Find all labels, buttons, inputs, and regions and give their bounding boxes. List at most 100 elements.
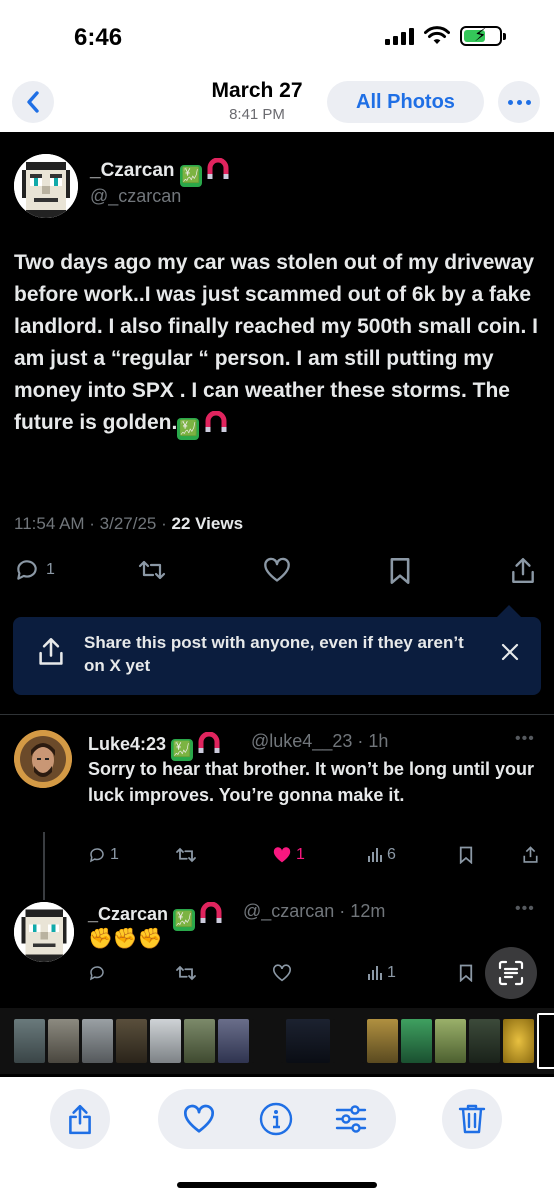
post-author-name[interactable]: _Czarcan 💹 bbox=[90, 158, 229, 187]
like-count: 1 bbox=[296, 846, 305, 863]
live-text-button[interactable] bbox=[485, 947, 537, 999]
actions-group bbox=[158, 1089, 396, 1149]
reply-icon bbox=[89, 966, 104, 981]
photo-thumbnail[interactable] bbox=[150, 1019, 181, 1063]
photo-thumbnail[interactable] bbox=[14, 1019, 45, 1063]
avatar bbox=[14, 902, 74, 962]
wifi-icon bbox=[424, 26, 450, 44]
edit-button[interactable] bbox=[334, 1103, 368, 1140]
author-name-text: _Czarcan bbox=[88, 904, 169, 924]
delete-button[interactable] bbox=[442, 1089, 502, 1149]
share-icon bbox=[512, 557, 534, 583]
repost-button[interactable] bbox=[175, 964, 197, 982]
info-icon bbox=[259, 1102, 293, 1136]
photo-thumbnail[interactable] bbox=[435, 1019, 466, 1063]
share-icon bbox=[69, 1104, 91, 1135]
cellular-signal-icon bbox=[385, 27, 414, 45]
repost-button[interactable] bbox=[175, 846, 197, 864]
current-photo-thumbnail[interactable] bbox=[537, 1013, 554, 1069]
more-options-button[interactable] bbox=[498, 81, 540, 123]
battery-icon: ⚡ bbox=[460, 25, 506, 46]
post-timestamp: 11:54 AM · 3/27/25 · bbox=[14, 514, 172, 533]
reply-actions: 1 bbox=[88, 964, 538, 986]
like-button[interactable] bbox=[263, 557, 291, 583]
reply-icon bbox=[89, 848, 104, 863]
magnet-emoji-icon bbox=[207, 158, 229, 179]
bookmark-icon bbox=[459, 964, 473, 982]
home-indicator bbox=[177, 1182, 377, 1188]
close-icon[interactable] bbox=[501, 643, 519, 661]
reply-text: ✊✊✊ bbox=[88, 928, 163, 950]
photo-thumbnail[interactable] bbox=[218, 1019, 249, 1063]
reply-button[interactable]: 1 bbox=[88, 846, 119, 864]
post-metadata: 11:54 AM · 3/27/25 · 22 Views bbox=[14, 514, 243, 534]
like-button[interactable]: 1 bbox=[272, 846, 305, 864]
photo-thumbnail[interactable] bbox=[48, 1019, 79, 1063]
bookmark-button[interactable] bbox=[388, 557, 412, 585]
repost-icon bbox=[138, 560, 166, 580]
analytics-icon bbox=[368, 966, 382, 980]
divider bbox=[0, 714, 554, 715]
reply-button[interactable] bbox=[88, 964, 106, 982]
share-icon bbox=[523, 846, 538, 863]
bookmark-button[interactable] bbox=[458, 846, 474, 864]
share-button[interactable] bbox=[510, 557, 536, 585]
photo-thumbnail[interactable] bbox=[469, 1019, 500, 1063]
reply-button[interactable]: 1 bbox=[14, 557, 55, 583]
photo-thumbnail[interactable] bbox=[367, 1019, 398, 1063]
avatar bbox=[14, 154, 78, 218]
reply-count: 1 bbox=[110, 846, 119, 863]
info-button[interactable] bbox=[259, 1102, 293, 1141]
adjustments-icon bbox=[335, 1105, 367, 1133]
photo-thumbnail[interactable] bbox=[503, 1019, 534, 1063]
photo-thumbnail[interactable] bbox=[184, 1019, 215, 1063]
reply-icon bbox=[17, 560, 37, 580]
share-button[interactable] bbox=[50, 1089, 110, 1149]
more-options-icon[interactable]: ••• bbox=[515, 900, 535, 918]
reply-author-handle[interactable]: @luke4__23 · 1h bbox=[251, 731, 388, 752]
reply-author-handle[interactable]: @_czarcan · 12m bbox=[243, 901, 385, 922]
bookmark-icon bbox=[390, 558, 410, 584]
author-name-text: Luke4:23 bbox=[88, 734, 167, 754]
photo-thumbnail[interactable] bbox=[286, 1019, 330, 1063]
photo-thumbnail[interactable] bbox=[252, 1019, 283, 1063]
post-author-handle[interactable]: @_czarcan bbox=[90, 186, 181, 207]
bookmark-icon bbox=[459, 846, 473, 864]
magnet-emoji-icon bbox=[200, 902, 222, 923]
more-options-icon[interactable]: ••• bbox=[515, 730, 535, 748]
share-button[interactable] bbox=[522, 846, 539, 864]
trash-icon bbox=[458, 1104, 486, 1134]
repost-button[interactable] bbox=[138, 557, 166, 583]
heart-icon bbox=[264, 557, 290, 582]
view-count: 22 bbox=[171, 514, 191, 533]
views-button[interactable]: 1 bbox=[367, 964, 396, 982]
photo-content: _Czarcan 💹 @_czarcan Two days ago my car… bbox=[0, 132, 554, 1077]
repost-icon bbox=[176, 965, 196, 981]
reply-count: 1 bbox=[46, 561, 55, 578]
share-prompt-card[interactable]: Share this post with anyone, even if the… bbox=[13, 605, 541, 695]
photo-thumbnail[interactable] bbox=[82, 1019, 113, 1063]
photo-thumbnail[interactable] bbox=[401, 1019, 432, 1063]
repost-icon bbox=[176, 847, 196, 863]
thread-connector bbox=[43, 832, 45, 900]
status-time: 6:46 bbox=[74, 24, 123, 51]
photos-nav-bar: March 27 8:41 PM All Photos bbox=[0, 70, 554, 132]
heart-filled-icon bbox=[273, 847, 291, 863]
author-name-text: _Czarcan bbox=[90, 160, 175, 181]
post-text-body: Two days ago my car was stolen out of my… bbox=[14, 251, 539, 434]
photo-thumbnail[interactable] bbox=[116, 1019, 147, 1063]
views-button[interactable]: 6 bbox=[367, 846, 396, 864]
views-count: 1 bbox=[387, 964, 396, 981]
heart-icon bbox=[183, 1104, 214, 1133]
like-button[interactable] bbox=[272, 964, 292, 982]
all-photos-button[interactable]: All Photos bbox=[327, 81, 484, 123]
bookmark-button[interactable] bbox=[458, 964, 474, 982]
favorite-button[interactable] bbox=[182, 1104, 216, 1139]
photo-thumbnail[interactable] bbox=[333, 1019, 364, 1063]
bottom-toolbar bbox=[0, 1077, 554, 1199]
share-prompt-text: Share this post with anyone, even if the… bbox=[84, 633, 464, 675]
post-actions: 1 bbox=[0, 557, 554, 587]
chart-emoji-icon: 💹 bbox=[179, 165, 202, 187]
avatar bbox=[14, 730, 72, 788]
photo-thumbnail-strip[interactable] bbox=[0, 1008, 554, 1074]
